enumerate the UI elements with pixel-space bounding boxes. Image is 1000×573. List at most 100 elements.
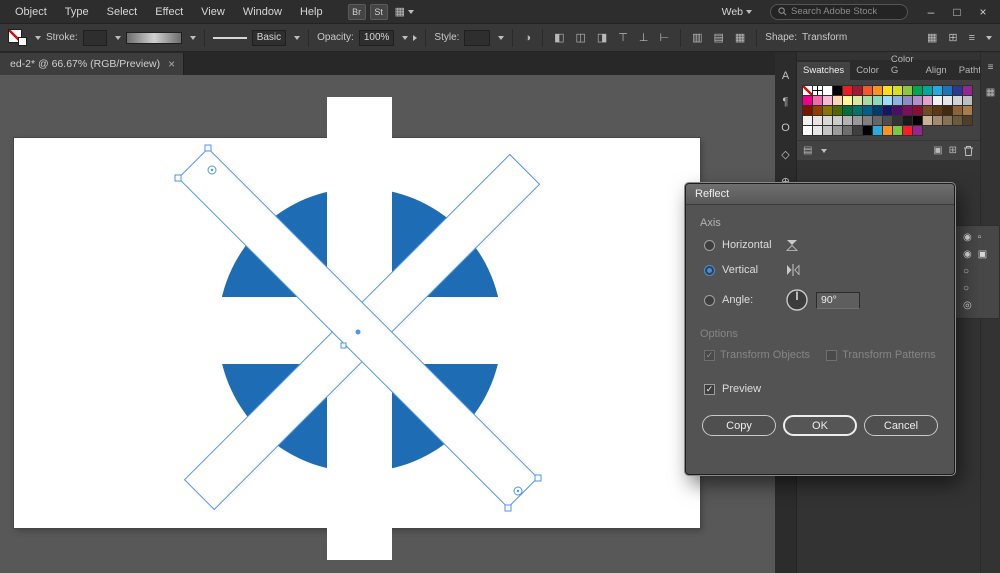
distribute-2-icon[interactable]: ▤ <box>710 31 726 44</box>
swatch[interactable] <box>803 116 812 125</box>
swatch[interactable] <box>903 96 912 105</box>
bridge-icon[interactable]: Br <box>348 4 366 20</box>
recolor-artwork-icon[interactable]: ◑ <box>521 32 534 44</box>
workspace-switcher[interactable]: Web <box>714 6 760 18</box>
swatch[interactable] <box>853 106 862 115</box>
swatch[interactable] <box>813 106 822 115</box>
swatch[interactable] <box>863 106 872 115</box>
canvas[interactable] <box>0 75 775 573</box>
swatch[interactable] <box>893 96 902 105</box>
preferences-icon[interactable]: ⊞ <box>945 31 960 44</box>
swatch[interactable] <box>963 86 972 95</box>
swatch[interactable] <box>903 126 912 135</box>
swatch[interactable] <box>963 96 972 105</box>
restore-button[interactable]: □ <box>944 0 970 24</box>
close-button[interactable]: × <box>970 0 996 24</box>
swatch[interactable] <box>853 96 862 105</box>
new-swatch-group-icon[interactable]: ▣ <box>933 145 942 156</box>
swatch[interactable] <box>933 86 942 95</box>
swatch[interactable] <box>843 126 852 135</box>
swatch[interactable] <box>943 106 952 115</box>
menu-type[interactable]: Type <box>56 0 98 24</box>
swatch[interactable] <box>953 116 962 125</box>
swatch[interactable] <box>933 106 942 115</box>
align-vcenter-icon[interactable]: ⊢ <box>656 31 672 44</box>
dialog-titlebar[interactable]: Reflect <box>686 184 954 205</box>
swatch[interactable] <box>873 96 882 105</box>
tab-align[interactable]: Align <box>920 62 953 80</box>
distribute-3-icon[interactable]: ▦ <box>732 31 748 44</box>
swatch[interactable] <box>893 86 902 95</box>
width-profile-dropdown[interactable] <box>126 32 182 44</box>
swatch[interactable] <box>893 126 902 135</box>
stroke-style-dropdown[interactable]: Basic <box>252 30 286 46</box>
swatch[interactable] <box>903 106 912 115</box>
chevron-down-icon[interactable] <box>190 36 196 40</box>
swatch[interactable] <box>913 86 922 95</box>
new-swatch-icon[interactable]: ⊞ <box>949 145 957 156</box>
swatch[interactable] <box>833 86 842 95</box>
align-top-icon[interactable]: ⊤ <box>615 31 631 44</box>
swatch[interactable] <box>923 106 932 115</box>
swatch[interactable] <box>823 106 832 115</box>
swatch[interactable] <box>913 96 922 105</box>
swatch[interactable] <box>883 86 892 95</box>
swatch[interactable] <box>823 96 832 105</box>
swatch[interactable] <box>963 106 972 115</box>
swatch[interactable] <box>863 116 872 125</box>
swatch[interactable] <box>853 126 862 135</box>
swatch[interactable] <box>883 116 892 125</box>
swatch[interactable] <box>813 116 822 125</box>
angle-dial[interactable] <box>785 288 809 312</box>
swatch[interactable] <box>883 126 892 135</box>
swatch[interactable] <box>823 86 832 95</box>
swatch[interactable] <box>823 126 832 135</box>
swatch[interactable] <box>813 126 822 135</box>
swatch[interactable] <box>843 86 852 95</box>
swatch[interactable] <box>853 86 862 95</box>
selection-center-point[interactable] <box>356 330 361 335</box>
swatch[interactable] <box>813 86 822 95</box>
swatch[interactable] <box>823 116 832 125</box>
stroke-weight-input[interactable] <box>83 30 107 46</box>
stock-icon[interactable]: St <box>370 4 388 20</box>
swatch[interactable] <box>803 106 812 115</box>
swatch[interactable] <box>913 126 922 135</box>
document-tab[interactable]: ed-2* @ 66.67% (RGB/Preview) × <box>0 53 184 75</box>
transform-patterns-checkbox[interactable] <box>826 350 837 361</box>
tab-swatches[interactable]: Swatches <box>797 62 850 80</box>
swatch[interactable] <box>883 106 892 115</box>
swatch-libraries-icon[interactable]: ▤ <box>803 145 812 156</box>
selection-handle[interactable] <box>205 145 211 151</box>
transform-objects-checkbox[interactable]: ✓ <box>704 350 715 361</box>
tab-color-guide[interactable]: Color G <box>885 51 920 80</box>
appearance-panel-icon[interactable]: ◇ <box>781 148 789 161</box>
menu-help[interactable]: Help <box>291 0 332 24</box>
swatch[interactable] <box>923 116 932 125</box>
swatch[interactable] <box>873 126 882 135</box>
swatch[interactable] <box>953 96 962 105</box>
chevron-down-icon[interactable] <box>498 36 504 40</box>
panel-menu-icon[interactable]: ≡ <box>966 32 978 44</box>
document-grid-icon[interactable]: ▦ <box>924 31 940 44</box>
align-hcenter-icon[interactable]: ◫ <box>572 31 588 44</box>
swatch[interactable] <box>843 96 852 105</box>
swatch[interactable] <box>843 116 852 125</box>
chevron-down-icon[interactable] <box>115 36 121 40</box>
ok-button[interactable]: OK <box>783 415 857 436</box>
selection-handle[interactable] <box>505 505 511 511</box>
opentype-panel-icon[interactable]: O <box>781 122 790 134</box>
menu-window[interactable]: Window <box>234 0 291 24</box>
menu-view[interactable]: View <box>192 0 234 24</box>
opacity-value[interactable]: 100% <box>359 30 395 46</box>
horizontal-radio[interactable] <box>704 240 715 251</box>
swatch[interactable] <box>843 106 852 115</box>
vertical-radio[interactable] <box>704 265 715 276</box>
angle-radio[interactable] <box>704 295 715 306</box>
selection-handle[interactable] <box>175 175 181 181</box>
arrange-documents-icon[interactable]: ▦ <box>390 5 419 18</box>
swatch[interactable] <box>943 96 952 105</box>
tab-color[interactable]: Color <box>850 62 885 80</box>
swatch[interactable] <box>913 106 922 115</box>
swatch[interactable] <box>953 86 962 95</box>
